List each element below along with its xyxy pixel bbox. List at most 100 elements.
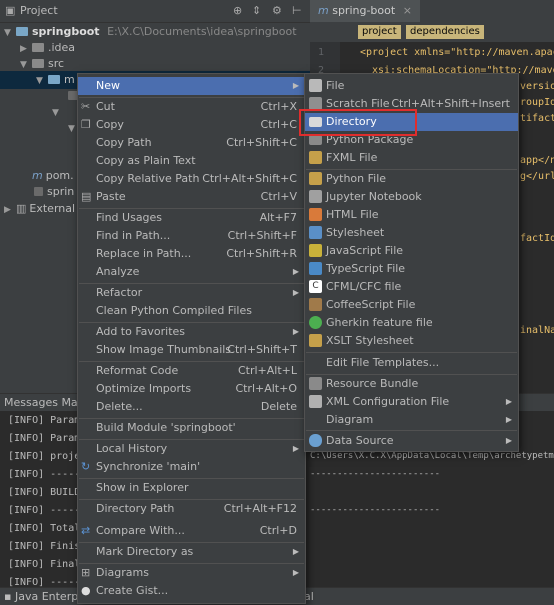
menu-item-create-gist[interactable]: ● Create Gist... [78,582,305,600]
menu-item-label: HTML File [326,208,379,221]
menu-item-shortcut: Ctrl+Shift+R [226,247,297,260]
menu-item-build-module[interactable]: Build Module 'springboot' [78,419,305,437]
menu-item-copy-path[interactable]: Copy Path Ctrl+Shift+C [78,134,305,152]
submenu-arrow-icon: ▶ [292,568,299,577]
submenu-item-javascript-file[interactable]: JavaScript File [305,242,518,260]
menu-item-label: Add to Favorites [96,325,186,338]
target-icon[interactable]: ⊕ [233,4,242,17]
menu-separator [306,352,517,353]
project-view-icon[interactable]: ▣ [5,4,15,17]
submenu-item-html-file[interactable]: HTML File [305,206,518,224]
submenu-item-fxml-file[interactable]: FXML File [305,149,518,167]
typescript-icon [309,262,322,275]
expand-arrow-icon[interactable]: ▼ [52,104,64,122]
submenu-item-file[interactable]: File [305,77,518,95]
context-menu: New ▶ ✂ Cut Ctrl+X ❐ Copy Ctrl+C Copy Pa… [77,73,306,604]
menu-item-reformat-code[interactable]: Reformat Code Ctrl+Alt+L [78,362,305,380]
menu-item-label: Diagram [326,413,374,426]
breadcrumb: project dependencies [310,22,554,42]
submenu-item-xslt-stylesheet[interactable]: XSLT Stylesheet [305,332,518,350]
menu-item-paste[interactable]: ▤ Paste Ctrl+V [78,188,305,206]
menu-item-new[interactable]: New ▶ [78,77,305,95]
code-line: <project xmlns="http://maven.apache. [360,47,554,58]
expand-arrow-icon[interactable]: ▼ [4,24,16,42]
expand-arrow-icon[interactable]: ▼ [36,72,48,90]
submenu-item-gherkin-file[interactable]: Gherkin feature file [305,314,518,332]
console-line: [INFO] Final [8,559,81,570]
menu-item-directory-path[interactable]: Directory Path Ctrl+Alt+F12 [78,500,305,518]
submenu-arrow-icon: ▶ [505,397,512,406]
submenu-item-resource-bundle[interactable]: Resource Bundle [305,375,518,393]
submenu-item-coffeescript-file[interactable]: CoffeeScript File [305,296,518,314]
menu-item-find-in-path[interactable]: Find in Path... Ctrl+Shift+F [78,227,305,245]
menu-item-copy[interactable]: ❐ Copy Ctrl+C [78,116,305,134]
menu-item-label: Refactor [96,286,143,299]
menu-item-label: Copy Relative Path [96,172,200,185]
menu-item-analyze[interactable]: Analyze ▶ [78,263,305,281]
code-line: versionI [520,81,554,92]
menu-item-replace-in-path[interactable]: Replace in Path... Ctrl+Shift+R [78,245,305,263]
github-icon: ● [81,584,91,597]
console-line: [INFO] Parame [8,415,87,426]
collapse-icon[interactable]: ⇕ [252,4,261,17]
menu-item-synchronize[interactable]: ↻ Synchronize 'main' [78,458,305,476]
submenu-item-jupyter-notebook[interactable]: Jupyter Notebook [305,188,518,206]
menu-item-shortcut: Alt+F7 [259,211,297,224]
coffeescript-icon [309,298,322,311]
menu-item-delete[interactable]: Delete... Delete [78,398,305,416]
status-left[interactable]: Java Enterpr [15,590,83,603]
submenu-arrow-icon: ▶ [292,81,299,90]
menu-item-label: Delete... [96,400,143,413]
tree-item-child[interactable]: ▼ [52,103,64,121]
submenu-item-stylesheet[interactable]: Stylesheet [305,224,518,242]
menu-item-copy-plain-text[interactable]: Copy as Plain Text [78,152,305,170]
library-icon: ▥ [16,202,27,215]
menu-item-label: Clean Python Compiled Files [96,304,252,317]
menu-item-show-in-explorer[interactable]: Show in Explorer [78,479,305,497]
menu-item-mark-directory[interactable]: Mark Directory as ▶ [78,543,305,561]
menu-item-shortcut: Ctrl+Alt+F12 [223,502,297,515]
menu-item-show-image-thumbnails[interactable]: Show Image Thumbnails Ctrl+Shift+T [78,341,305,359]
menu-item-find-usages[interactable]: Find Usages Alt+F7 [78,209,305,227]
tab-pom[interactable]: m spring-boot × [310,0,420,22]
xslt-icon [309,334,322,347]
menu-item-label: Cut [96,100,115,113]
menu-item-diagrams[interactable]: ⊞ Diagrams ▶ [78,564,305,582]
submenu-item-python-file[interactable]: Python File [305,170,518,188]
menu-item-label: Synchronize 'main' [96,460,201,473]
submenu-item-cfml-file[interactable]: C CFML/CFC file [305,278,518,296]
submenu-item-data-source[interactable]: Data Source ▶ [305,432,518,450]
tree-item-external-libraries[interactable]: ▶ ▥ External [4,200,75,218]
menu-item-label: Mark Directory as [96,545,194,558]
menu-item-cut[interactable]: ✂ Cut Ctrl+X [78,98,305,116]
submenu-item-edit-file-templates[interactable]: Edit File Templates... [305,354,518,372]
menu-item-local-history[interactable]: Local History ▶ [78,440,305,458]
breadcrumb-dependencies[interactable]: dependencies [406,25,484,39]
maven-icon: m [32,169,43,182]
project-panel-title: Project [20,4,58,17]
menu-item-optimize-imports[interactable]: Optimize Imports Ctrl+Alt+O [78,380,305,398]
gear-icon[interactable]: ⚙ [272,4,282,17]
close-icon[interactable]: × [403,4,412,17]
submenu-item-typescript-file[interactable]: TypeScript File [305,260,518,278]
menu-item-compare-with[interactable]: ⇄ Compare With... Ctrl+D [78,522,305,540]
expand-arrow-icon[interactable]: ▶ [4,201,16,219]
sync-icon: ↻ [81,460,91,473]
line-number: 1 [318,47,325,58]
css-icon [309,226,322,239]
menu-item-label: CFML/CFC file [326,280,402,293]
python-icon [309,172,322,185]
menu-item-copy-relative-path[interactable]: Copy Relative Path Ctrl+Alt+Shift+C [78,170,305,188]
tree-item-iml[interactable]: sprin [34,183,74,201]
submenu-arrow-icon: ▶ [292,327,299,336]
menu-item-refactor[interactable]: Refactor ▶ [78,284,305,302]
folder-icon [16,27,28,36]
submenu-arrow-icon: ▶ [292,267,299,276]
menu-item-add-to-favorites[interactable]: Add to Favorites ▶ [78,323,305,341]
menu-item-clean-python[interactable]: Clean Python Compiled Files [78,302,305,320]
hide-icon[interactable]: ⊢ [292,4,302,17]
submenu-item-diagram[interactable]: Diagram ▶ [305,411,518,429]
breadcrumb-project[interactable]: project [358,25,401,39]
html-icon [309,208,322,221]
submenu-item-xml-configuration[interactable]: XML Configuration File ▶ [305,393,518,411]
